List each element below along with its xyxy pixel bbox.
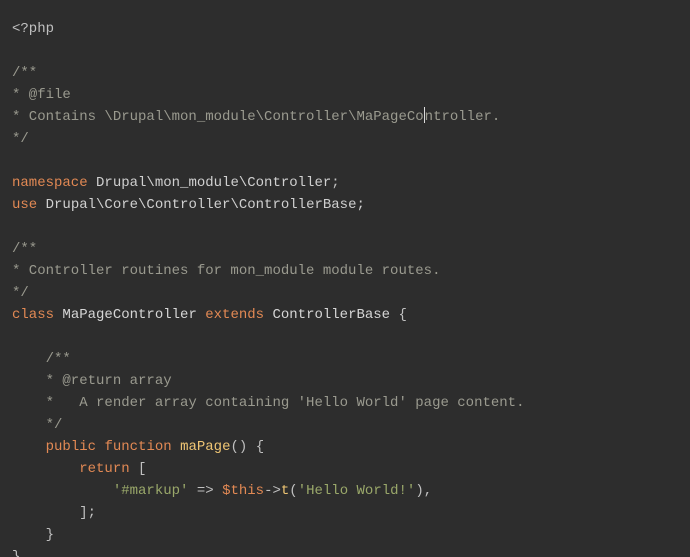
use-path: Drupal\Core\Controller\ControllerBase;: [37, 197, 365, 213]
base-class: ControllerBase: [264, 307, 398, 323]
kw-function: function: [104, 439, 171, 455]
indent: [12, 483, 113, 499]
space: [172, 439, 180, 455]
semicolon: ;: [331, 175, 339, 191]
brace-open: {: [398, 307, 406, 323]
string-hello: 'Hello World!': [298, 483, 416, 499]
arrow-obj: ->: [264, 483, 281, 499]
namespace-path: Drupal\mon_module\Controller: [88, 175, 332, 191]
class-name: MaPageController: [54, 307, 205, 323]
arrow-assoc: =>: [188, 483, 222, 499]
paren-brace: () {: [230, 439, 264, 455]
kw-class: class: [12, 307, 54, 323]
kw-extends: extends: [205, 307, 264, 323]
brace-close-class: }: [12, 549, 20, 557]
var-this: $this: [222, 483, 264, 499]
php-open-tag: <?php: [12, 21, 54, 37]
bracket-close: ];: [12, 505, 96, 521]
indent: [12, 461, 79, 477]
indent: [12, 439, 46, 455]
paren-close: ),: [415, 483, 432, 499]
docblock-class: /** * Controller routines for mon_module…: [12, 241, 440, 301]
kw-return: return: [79, 461, 129, 477]
paren-open: (: [289, 483, 297, 499]
docblock-method: /** * @return array * A render array con…: [12, 351, 524, 433]
brace-close-method: }: [12, 527, 54, 543]
kw-public: public: [46, 439, 96, 455]
kw-namespace: namespace: [12, 175, 88, 191]
bracket-open: [: [130, 461, 147, 477]
method-name: maPage: [180, 439, 230, 455]
kw-use: use: [12, 197, 37, 213]
string-markup-key: '#markup': [113, 483, 189, 499]
code-editor[interactable]: <?php /** * @file * Contains \Drupal\mon…: [0, 0, 690, 557]
docblock-file: /** * @file * Contains \Drupal\mon_modul…: [12, 65, 500, 147]
